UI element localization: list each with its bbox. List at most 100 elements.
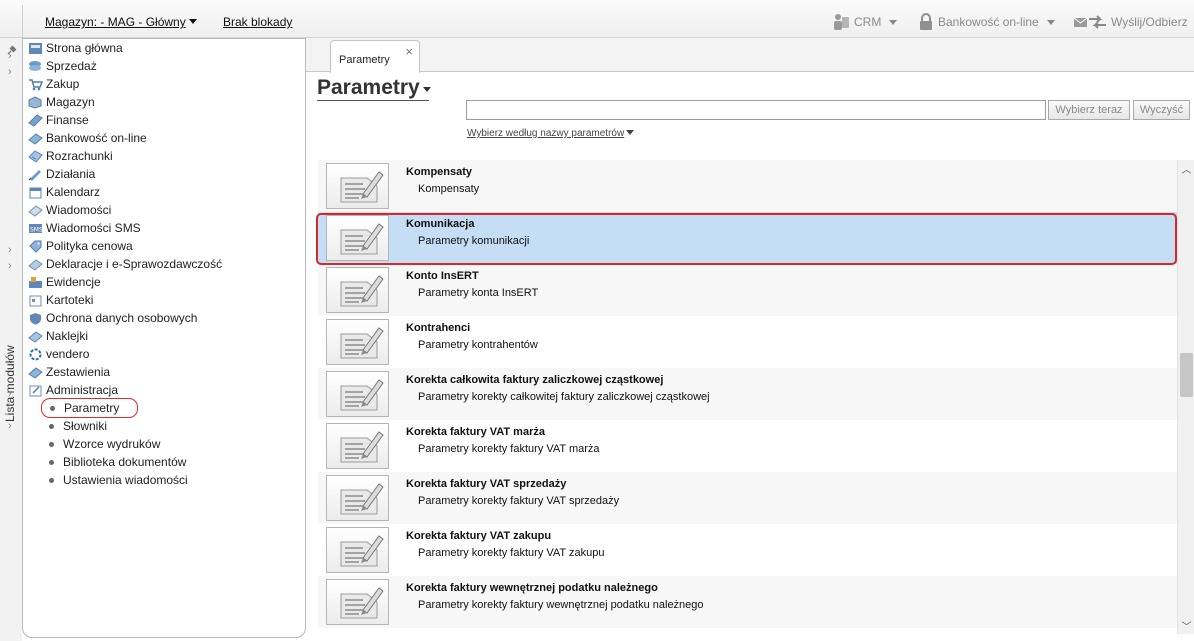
list-item-description: Parametry korekty całkowitej faktury zal…: [418, 391, 710, 403]
module-data-protection[interactable]: Ochrona danych osobowych: [27, 309, 197, 327]
module-administration[interactable]: Administracja: [27, 381, 118, 399]
list-item-description: Parametry korekty faktury VAT marża: [418, 443, 600, 455]
module-finance[interactable]: Finanse: [27, 111, 89, 129]
list-item-description: Parametry kontrahentów: [418, 339, 538, 351]
module-label: Kartoteki: [46, 293, 94, 307]
submenu-label: Parametry: [64, 401, 120, 415]
padlock-icon: [920, 13, 932, 30]
send-receive-label: Wyślij/Odbierz: [1111, 15, 1188, 29]
list-item-title: Kontrahenci: [406, 322, 471, 334]
list-item-title: Korekta faktury VAT sprzedaży: [406, 478, 567, 490]
module-labels[interactable]: Naklejki: [27, 327, 88, 345]
module-settlements[interactable]: Rozrachunki: [27, 147, 113, 165]
bank-icon: [27, 131, 43, 145]
submenu-document-library[interactable]: Biblioteka dokumentów: [49, 453, 186, 471]
list-item-description: Parametry korekty faktury wewnętrznej po…: [418, 599, 704, 611]
module-files[interactable]: Kartoteki: [27, 291, 93, 309]
bullet-icon: [49, 423, 54, 429]
choose-now-button[interactable]: Wybierz teraz: [1048, 100, 1130, 120]
calendar-icon: [27, 185, 43, 199]
crm-label: CRM: [854, 15, 882, 29]
chevron-right-icon[interactable]: ›: [8, 388, 12, 400]
module-sms[interactable]: SMS Wiadomości SMS: [27, 219, 141, 237]
parameter-icon: [326, 579, 389, 625]
module-messages[interactable]: Wiadomości: [27, 201, 111, 219]
close-icon[interactable]: ×: [405, 44, 413, 59]
list-item[interactable]: Komunikacja Parametry komunikacji: [318, 212, 1177, 264]
submenu-slowniki[interactable]: Słowniki: [49, 417, 107, 435]
module-banking[interactable]: Bankowość on-line: [27, 129, 147, 147]
chevron-right-icon[interactable]: ›: [8, 66, 12, 78]
finance-icon: [27, 113, 43, 127]
module-actions[interactable]: Działania: [27, 165, 95, 183]
module-calendar[interactable]: Kalendarz: [27, 183, 100, 201]
vertical-scrollbar[interactable]: ︿ ﹀: [1177, 160, 1194, 634]
tab-parametry[interactable]: Parametry ×: [330, 40, 420, 73]
home-icon: [27, 41, 43, 55]
warehouse-selector[interactable]: Magazyn: - MAG - Główny: [45, 15, 197, 29]
page-title-label: Parametry: [317, 76, 420, 99]
tab-label: Parametry: [339, 54, 390, 66]
chevron-down-icon: [188, 19, 197, 24]
filter-by-name-link[interactable]: Wybierz według nazwy parametrów: [467, 128, 635, 139]
module-pricing[interactable]: Polityka cenowa: [27, 237, 133, 255]
search-input[interactable]: [466, 100, 1046, 120]
module-label: Bankowość on-line: [46, 131, 147, 145]
list-item[interactable]: Kontrahenci Parametry kontrahentów: [318, 316, 1177, 368]
submenu-label: Biblioteka dokumentów: [63, 455, 187, 469]
list-item[interactable]: Konto InsERT Parametry konta InsERT: [318, 264, 1177, 316]
module-vendero[interactable]: vendero: [27, 345, 89, 363]
sales-icon: [27, 59, 43, 73]
list-item[interactable]: Korekta faktury VAT marża Parametry korek…: [318, 420, 1177, 472]
module-reports[interactable]: Zestawienia: [27, 363, 110, 381]
module-home[interactable]: Strona główna: [27, 39, 123, 57]
scroll-up-icon[interactable]: ︿: [1178, 160, 1194, 177]
module-label: Zestawienia: [46, 365, 111, 379]
chevron-down-icon: [422, 86, 431, 92]
chevron-right-icon[interactable]: ›: [8, 260, 12, 272]
page-title[interactable]: Parametry: [317, 76, 431, 100]
submenu-label: Ustawienia wiadomości: [63, 473, 188, 487]
module-declarations[interactable]: Deklaracje i e-Sprawozdawczość: [27, 255, 222, 273]
lock-status-link[interactable]: Brak blokady: [223, 15, 292, 29]
chevron-right-icon[interactable]: ›: [8, 404, 12, 416]
clear-button[interactable]: Wyczyść: [1133, 100, 1190, 120]
module-records[interactable]: Ewidencje: [27, 273, 101, 291]
admin-icon: [27, 383, 43, 397]
records-icon: [27, 275, 43, 289]
list-item-description: Parametry konta InsERT: [418, 287, 539, 299]
submenu-message-settings[interactable]: Ustawienia wiadomości: [49, 471, 188, 489]
scrollbar-thumb[interactable]: [1180, 353, 1193, 397]
chevron-right-icon[interactable]: ›: [8, 420, 12, 432]
module-label: Kalendarz: [46, 185, 101, 199]
parameter-icon: [326, 423, 389, 469]
module-purchase[interactable]: Zakup: [27, 75, 79, 93]
actions-icon: [27, 167, 43, 181]
bullet-icon: [49, 459, 54, 465]
submenu-parametry[interactable]: Parametry: [41, 398, 139, 418]
list-item[interactable]: Kompensaty Kompensaty: [318, 160, 1177, 212]
chevron-right-icon[interactable]: ›: [8, 244, 12, 256]
module-list-strip[interactable]: Lista modułów › › › › › › ›: [0, 38, 22, 641]
module-label: Rozrachunki: [46, 149, 113, 163]
banking-menu[interactable]: Bankowość on-line: [918, 13, 1055, 31]
module-label: Deklaracje i e-Sprawozdawczość: [46, 257, 223, 271]
svg-text:SMS: SMS: [30, 226, 43, 233]
crm-menu[interactable]: CRM: [832, 13, 898, 31]
list-item[interactable]: Korekta całkowita faktury zaliczkowej cz…: [318, 368, 1177, 420]
send-receive-button[interactable]: Wyślij/Odbierz: [1073, 13, 1188, 31]
module-sales[interactable]: Sprzedaż: [27, 57, 97, 75]
list-item[interactable]: Korekta faktury wewnętrznej podatku nale…: [318, 576, 1177, 628]
reports-icon: [27, 365, 43, 379]
document-tabbar: Parametry ×: [306, 38, 1194, 73]
submenu-print-templates[interactable]: Wzorce wydruków: [49, 435, 160, 453]
list-item[interactable]: Korekta faktury VAT zakupu Parametry kore…: [318, 524, 1177, 576]
list-item[interactable]: Korekta faktury VAT sprzedaży Parametry k…: [318, 472, 1177, 524]
title-underline: [317, 100, 429, 101]
module-warehouse[interactable]: Magazyn: [27, 93, 95, 111]
scroll-down-icon[interactable]: ﹀: [1178, 617, 1194, 634]
chevron-right-icon[interactable]: ›: [8, 50, 12, 62]
chevron-down-icon: [889, 19, 898, 25]
parameter-icon: [326, 319, 389, 365]
warehouse-icon: [27, 95, 43, 109]
